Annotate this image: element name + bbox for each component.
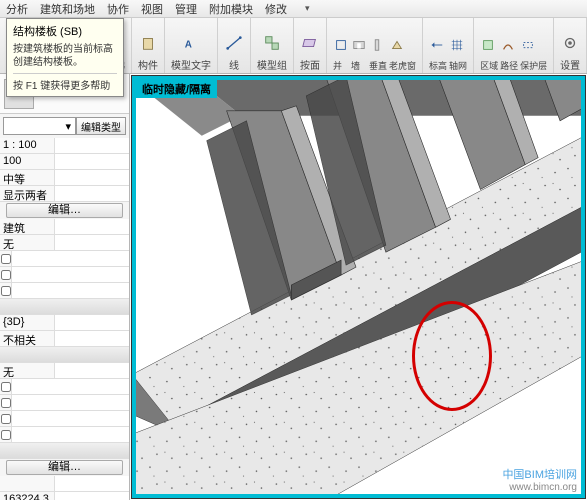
ribbon-group-opening: 并 墙 垂直 老虎窗	[327, 18, 423, 73]
svg-text:A: A	[185, 40, 192, 51]
edit-section-button[interactable]: 编辑…	[6, 460, 123, 475]
prop-value[interactable]	[55, 138, 129, 153]
ribbon-group-modeltext: A 模型文字	[165, 18, 218, 73]
grid-icon[interactable]	[449, 33, 465, 57]
prop-value[interactable]	[55, 363, 129, 378]
prop-checkbox[interactable]	[1, 382, 11, 392]
ribbon-label: 设置	[560, 57, 580, 72]
line-icon[interactable]	[224, 31, 244, 55]
prop-value[interactable]	[55, 476, 129, 491]
ribbon-group-component: 构件	[132, 18, 165, 73]
prop-label: 1 : 100	[0, 138, 55, 153]
menu-item[interactable]: 附加模块	[209, 1, 253, 17]
menu-item[interactable]: 修改	[265, 1, 287, 17]
wall-opening-icon[interactable]	[351, 33, 367, 57]
menu-item[interactable]: 管理	[175, 1, 197, 17]
text-icon[interactable]: A	[181, 31, 201, 55]
ribbon-group-room: 区域 路径 保护层	[474, 18, 554, 73]
prop-label: 100	[0, 154, 55, 169]
prop-checkbox[interactable]	[1, 430, 11, 440]
prop-label	[0, 476, 55, 491]
prop-section	[0, 443, 129, 459]
ribbon-group-modelgroup: 模型组	[251, 18, 294, 73]
type-selector[interactable]: ▾	[3, 117, 76, 135]
prop-section	[0, 299, 129, 315]
prop-value[interactable]	[55, 331, 129, 346]
ribbon-group-settings: 设置	[554, 18, 587, 73]
menu-overflow-icon[interactable]: ▾	[305, 3, 310, 14]
menu-item[interactable]: 视图	[141, 1, 163, 17]
prop-label: 无	[0, 363, 55, 378]
tooltip-body: 按建筑楼板的当前标高创建结构楼板。	[13, 43, 117, 69]
prop-label: 无	[0, 235, 55, 250]
ribbon-label: 构件	[138, 57, 158, 72]
edit-type-button[interactable]: 编辑类型	[76, 117, 126, 135]
prop-value[interactable]	[55, 235, 129, 250]
prop-value[interactable]	[55, 154, 129, 169]
ribbon-label: 线	[229, 57, 239, 72]
menu-item[interactable]: 分析	[6, 1, 28, 17]
face-icon[interactable]	[300, 31, 320, 55]
vertical-icon[interactable]	[369, 33, 385, 57]
properties-panel: ▾ 编辑类型 1 : 100 100 中等 显示两者 编辑… 建筑 无 {3D}…	[0, 74, 130, 500]
viewport-tag: 临时隐藏/隔离	[136, 80, 217, 98]
dormer-icon[interactable]	[389, 33, 405, 57]
prop-label: 建筑	[0, 219, 55, 234]
ribbon-label: 按面	[300, 57, 320, 72]
prop-value[interactable]	[55, 219, 129, 234]
chevron-down-icon: ▾	[65, 120, 71, 133]
prop-checkbox[interactable]	[1, 414, 11, 424]
ribbon-label: 模型组	[257, 57, 287, 72]
prop-value[interactable]	[55, 170, 129, 185]
prop-value[interactable]	[55, 492, 129, 500]
tooltip-help: 按 F1 键获得更多帮助	[13, 73, 117, 92]
prop-checkbox[interactable]	[1, 270, 11, 280]
prop-checkbox[interactable]	[1, 398, 11, 408]
prop-label: {3D}	[0, 315, 55, 330]
prop-checkbox[interactable]	[1, 254, 11, 264]
tooltip: 结构楼板 (SB) 按建筑楼板的当前标高创建结构楼板。 按 F1 键获得更多帮助	[6, 18, 124, 97]
menu-item[interactable]: 协作	[107, 1, 129, 17]
prop-value[interactable]	[55, 315, 129, 330]
ribbon-label: 模型文字	[171, 57, 211, 72]
prop-value[interactable]	[55, 186, 129, 201]
ribbon-group-byface: 按面	[294, 18, 327, 73]
component-icon[interactable]	[138, 31, 158, 55]
level-icon[interactable]	[429, 33, 445, 57]
prop-label: 163224.3	[0, 492, 55, 500]
edit-section-button[interactable]: 编辑…	[6, 203, 123, 218]
ribbon-group-line: 线	[218, 18, 251, 73]
prop-label: 显示两者	[0, 186, 55, 201]
prop-checkbox[interactable]	[1, 286, 11, 296]
path-icon[interactable]	[500, 33, 516, 57]
area-icon[interactable]	[480, 33, 496, 57]
tooltip-title: 结构楼板 (SB)	[13, 23, 117, 39]
settings-icon[interactable]	[560, 31, 580, 55]
menu-item[interactable]: 建筑和场地	[40, 1, 95, 17]
menubar[interactable]: 分析 建筑和场地 协作 视图 管理 附加模块 修改 ▾	[0, 0, 587, 18]
ribbon-group-datum: 标高 轴网	[423, 18, 474, 73]
prop-label: 中等	[0, 170, 55, 185]
model-view	[132, 76, 585, 498]
prop-label: 不相关	[0, 331, 55, 346]
cover-icon[interactable]	[520, 33, 536, 57]
3d-viewport[interactable]: 临时隐藏/隔离 中国BIM培训网 www.bimcn.org	[131, 75, 586, 499]
watermark: 中国BIM培训网 www.bimcn.org	[502, 469, 577, 494]
group-icon[interactable]	[262, 31, 282, 55]
prop-section	[0, 347, 129, 363]
opening-icon[interactable]	[333, 33, 349, 57]
